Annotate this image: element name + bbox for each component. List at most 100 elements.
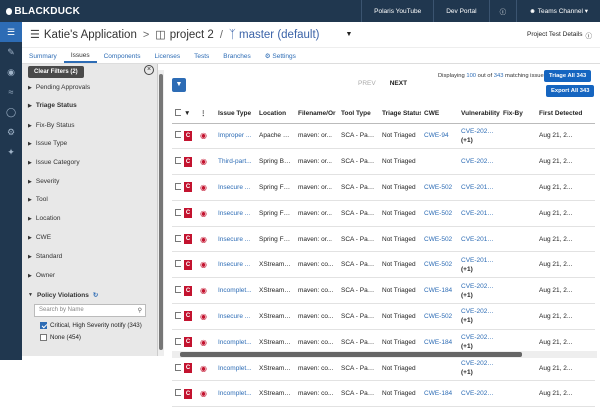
row-checkbox-cell[interactable]	[172, 277, 181, 305]
cwe-link[interactable]: CWE-502	[421, 200, 458, 227]
chevron-down-icon[interactable]: ▼	[181, 104, 197, 124]
cwe-link[interactable]: CWE-184	[421, 277, 458, 305]
tab-settings[interactable]: ⚙ Settings	[258, 52, 303, 63]
cwe-link[interactable]: CWE-502	[421, 303, 458, 330]
vulnerability-cell[interactable]: CVE-2020-26 (+1)	[458, 277, 500, 305]
table-row[interactable]: C ◉ Insecure ... Spring Fra... maven: or... S…	[172, 200, 595, 227]
column-header-location[interactable]: Location	[256, 104, 295, 124]
vulnerability-cell[interactable]: CVE-2020-26 (+1)	[458, 303, 500, 330]
policy-option-critical[interactable]: Critical, High Severity notify (343)	[40, 322, 142, 329]
table-row[interactable]: C ◉ Insecure ... Spring Fra... maven: or... S…	[172, 226, 595, 253]
cve-link[interactable]: CVE-2016-10	[461, 210, 500, 217]
table-row[interactable]: C ◉ Insecure ... Spring Fra... maven: or... S…	[172, 174, 595, 201]
cve-link[interactable]: CVE-2016-10	[461, 236, 500, 243]
shield-icon[interactable]: ◯	[0, 102, 22, 122]
chevron-down-icon[interactable]: ▼	[346, 31, 353, 38]
filter-triage-status[interactable]: ▶ Triage Status	[28, 102, 77, 109]
row-checkbox-cell[interactable]	[172, 174, 181, 201]
vulnerability-cell[interactable]: CVE-2013-72 (+1)	[458, 251, 500, 279]
filter-issue-category[interactable]: ▶ Issue Category	[28, 159, 80, 166]
polaris-youtube-link[interactable]: Polaris YouTube	[361, 0, 433, 22]
issue-type-link[interactable]: Incomplet...	[215, 277, 256, 305]
checkbox[interactable]	[175, 108, 181, 116]
cve-link[interactable]: CVE-2013-72	[461, 257, 500, 264]
scrollbar-thumb[interactable]	[180, 352, 522, 357]
tab-components[interactable]: Components	[97, 53, 148, 63]
issue-type-link[interactable]: Third-part...	[215, 148, 256, 176]
checkbox[interactable]	[175, 363, 181, 371]
issue-type-link[interactable]: Improper ...	[215, 123, 256, 150]
column-header-filename[interactable]: Filename/Or	[295, 104, 338, 124]
project-test-details[interactable]: Project Test Details ⓘ	[527, 30, 592, 40]
checkbox[interactable]	[175, 234, 181, 242]
issue-type-link[interactable]: Incomplet...	[215, 355, 256, 382]
branch-selector[interactable]: master (default)	[239, 29, 320, 41]
filter-fix-by-status[interactable]: ▶ Fix-By Status	[28, 122, 75, 129]
issue-type-link[interactable]: Insecure ...	[215, 251, 256, 279]
prev-button[interactable]: PREV	[358, 80, 376, 87]
cve-link[interactable]: CVE-2022-42	[461, 128, 500, 135]
dev-portal-link[interactable]: Dev Portal	[433, 0, 488, 22]
table-row[interactable]: C ◉ Incomplet... XStream 1... maven: co... SC…	[172, 355, 595, 382]
filter-icon[interactable]: ▼	[172, 78, 186, 92]
row-checkbox-cell[interactable]	[172, 303, 181, 330]
column-header-severity[interactable]: ⋮	[197, 104, 215, 124]
filter-cwe[interactable]: ▶ CWE	[28, 234, 51, 241]
clear-filters-button[interactable]: Clear Filters (2)	[28, 66, 84, 78]
column-header-first-detected[interactable]: First Detected	[536, 104, 595, 124]
issue-type-link[interactable]: Insecure ...	[215, 226, 256, 253]
checkbox[interactable]	[175, 208, 181, 216]
vulnerability-cell[interactable]: CVE-2016-10	[458, 200, 500, 227]
issue-type-link[interactable]: Insecure ...	[215, 200, 256, 227]
sparkle-icon[interactable]: ✦	[0, 142, 22, 162]
column-header-issue-type[interactable]: Issue Type	[215, 104, 256, 124]
radar-icon[interactable]: ◉	[0, 62, 22, 82]
breadcrumb-project[interactable]: project 2	[170, 29, 214, 41]
filter-pending-approvals[interactable]: ▶ Pending Approvals	[28, 84, 90, 91]
triage-all-button[interactable]: Triage All 343	[544, 70, 592, 82]
table-row[interactable]: C ◉ Incomplet... XStream 1... maven: co... SC…	[172, 277, 595, 305]
breadcrumb-application[interactable]: Katie's Application	[44, 29, 137, 41]
settings-icon[interactable]: ⚙	[0, 122, 22, 142]
column-header-fix-by[interactable]: Fix-By	[500, 104, 536, 124]
filters-scrollbar[interactable]	[158, 70, 164, 356]
cve-link[interactable]: CVE-2021-39	[461, 334, 500, 341]
vulnerability-cell[interactable]: CVE-2022-42 (+1)	[458, 123, 500, 150]
issue-type-link[interactable]: Insecure ...	[215, 303, 256, 330]
issue-type-link[interactable]: Insecure ...	[215, 174, 256, 201]
checkbox[interactable]	[175, 337, 181, 345]
select-all-checkbox[interactable]	[172, 104, 181, 124]
help-circle-icon[interactable]: ⓘ	[488, 0, 517, 22]
table-row[interactable]: C ◉ Incomplet... XStream 1... maven: co... SC…	[172, 380, 595, 407]
filter-tool[interactable]: ▶ Tool	[28, 196, 48, 203]
cve-link[interactable]: CVE-2016-10	[461, 184, 500, 191]
table-row[interactable]: C ◉ Insecure ... XStream 1... maven: co... SC…	[172, 303, 595, 330]
scrollbar-thumb[interactable]	[159, 74, 163, 350]
vulnerability-cell[interactable]: CVE-2021-39 (+1)	[458, 355, 500, 382]
blackduck-logo[interactable]: BLACKDUCK	[0, 6, 80, 17]
row-checkbox-cell[interactable]	[172, 380, 181, 407]
row-checkbox-cell[interactable]	[172, 148, 181, 176]
filter-issue-type[interactable]: ▶ Issue Type	[28, 140, 67, 147]
column-header-cwe[interactable]: CWE	[421, 104, 458, 124]
filter-owner[interactable]: ▶ Owner	[28, 272, 55, 279]
issue-type-link[interactable]: Incomplet...	[215, 380, 256, 407]
cwe-link[interactable]: CWE-184	[421, 380, 458, 407]
tab-summary[interactable]: Summary	[22, 53, 64, 63]
filter-severity[interactable]: ▶ Severity	[28, 178, 59, 185]
checkbox[interactable]	[175, 157, 181, 165]
row-checkbox-cell[interactable]	[172, 251, 181, 279]
checkbox[interactable]	[175, 260, 181, 268]
tab-branches[interactable]: Branches	[216, 53, 257, 63]
cwe-link[interactable]: CWE-502	[421, 174, 458, 201]
cwe-link[interactable]: CWE-502	[421, 226, 458, 253]
filter-location[interactable]: ▶ Location	[28, 215, 60, 222]
cwe-link[interactable]: CWE-94	[421, 123, 458, 150]
column-header-vulnerability[interactable]: Vulnerability	[458, 104, 500, 124]
cve-link[interactable]: CVE-2021-39	[461, 390, 500, 397]
table-row[interactable]: C ◉ Improper ... Apache C... maven: or... SCA…	[172, 123, 595, 150]
policy-search-input[interactable]: Search by Name ⚲	[34, 304, 146, 317]
column-header-tool-type[interactable]: Tool Type	[338, 104, 379, 124]
cve-link[interactable]: CVE-2023-20	[461, 158, 500, 165]
row-checkbox-cell[interactable]	[172, 200, 181, 227]
